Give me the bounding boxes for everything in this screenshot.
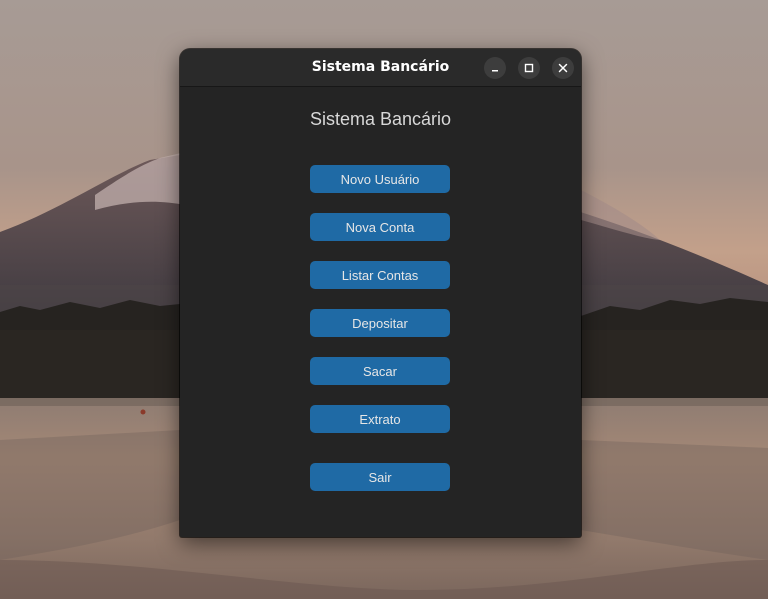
- window-titlebar[interactable]: Sistema Bancário: [180, 49, 581, 87]
- nova-conta-button[interactable]: Nova Conta: [310, 213, 450, 241]
- depositar-button[interactable]: Depositar: [310, 309, 450, 337]
- maximize-icon: [524, 63, 534, 73]
- app-window: Sistema Bancário Sistema Bancário Novo U…: [180, 49, 581, 537]
- listar-contas-button[interactable]: Listar Contas: [310, 261, 450, 289]
- window-content: Sistema Bancário Novo Usuário Nova Conta…: [180, 87, 581, 537]
- minimize-icon: [492, 70, 498, 72]
- sacar-button[interactable]: Sacar: [310, 357, 450, 385]
- extrato-button[interactable]: Extrato: [310, 405, 450, 433]
- desktop: Sistema Bancário Sistema Bancário Novo U…: [0, 0, 768, 599]
- maximize-button[interactable]: [518, 57, 540, 79]
- close-icon: [558, 63, 568, 73]
- minimize-button[interactable]: [484, 57, 506, 79]
- novo-usuario-button[interactable]: Novo Usuário: [310, 165, 450, 193]
- page-title: Sistema Bancário: [309, 109, 452, 129]
- sair-button[interactable]: Sair: [310, 463, 450, 491]
- close-button[interactable]: [552, 57, 574, 79]
